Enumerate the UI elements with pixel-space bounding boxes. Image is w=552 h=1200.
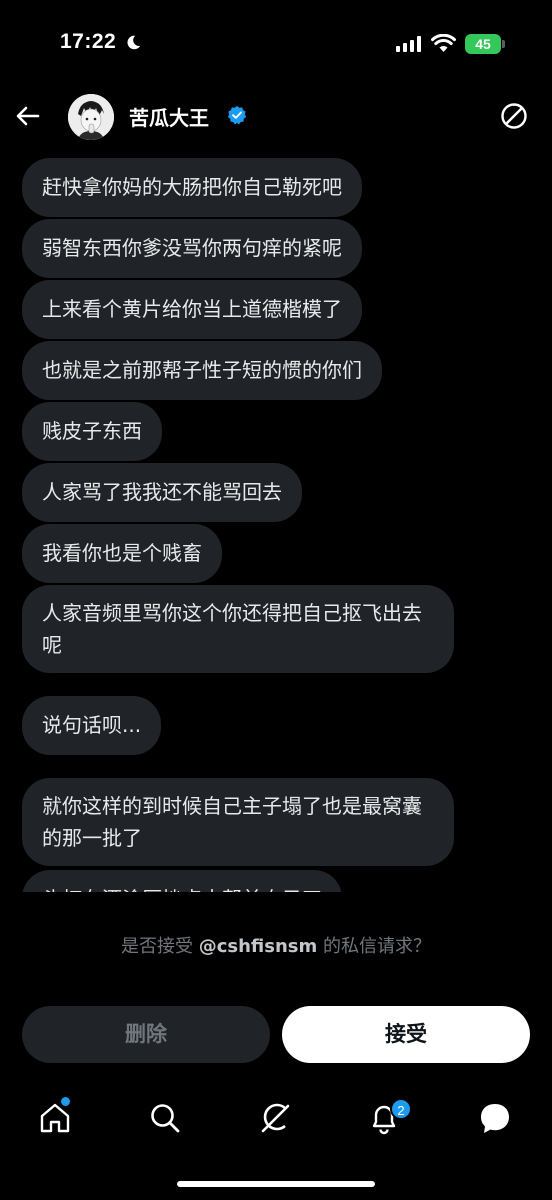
bottom-tab-bar — [0, 1090, 552, 1150]
message-bubble-partial: 头打在酒涂厨挫点十帮兼自己四 — [22, 870, 342, 892]
search-icon[interactable] — [147, 1100, 183, 1136]
message-bubble: 我看你也是个贱畜 — [22, 524, 222, 583]
signal-icon — [396, 36, 421, 52]
messages-icon[interactable] — [477, 1100, 513, 1136]
block-icon[interactable] — [498, 100, 530, 132]
avatar[interactable] — [68, 94, 114, 140]
battery-cap — [502, 40, 505, 48]
home-unread-dot — [61, 1097, 70, 1106]
message-bubble: 贱皮子东西 — [22, 402, 162, 461]
message-bubble: 上来看个黄片给你当上道德楷模了 — [22, 280, 362, 339]
request-handle: @cshfisnsm — [198, 936, 318, 957]
message-bubble: 说句话呗... — [22, 696, 162, 755]
contact-name[interactable]: 苦瓜大王 — [129, 102, 209, 131]
moon-icon — [127, 35, 141, 50]
message-bubble: 弱智东西你爹没骂你两句痒的紧呢 — [22, 219, 362, 278]
notifications-badge: 2 — [390, 1098, 412, 1120]
status-time: 17:22 — [60, 30, 117, 53]
verified-badge-icon — [227, 105, 247, 125]
back-arrow-icon[interactable] — [12, 100, 44, 132]
message-bubble: 人家骂了我我还不能骂回去 — [22, 463, 302, 522]
message-bubble: 赶快拿你妈的大肠把你自己勒死吧 — [22, 158, 362, 217]
message-bubble: 也就是之前那帮子性子短的惯的你们 — [22, 341, 382, 400]
request-suffix: 的私信请求？ — [317, 936, 431, 957]
accept-button[interactable]: 接受 — [282, 1006, 530, 1063]
battery-indicator: 45 — [465, 34, 505, 54]
avatar-image — [68, 94, 114, 140]
request-prefix: 是否接受 — [120, 936, 199, 957]
message-request-prompt: 是否接受 @cshfisnsm 的私信请求？ — [0, 932, 552, 958]
grok-icon[interactable] — [257, 1100, 293, 1136]
message-bubble: 就你这样的到时候自己主子塌了也是最窝囊的那一批了 — [22, 778, 454, 866]
message-bubble: 人家音频里骂你这个你还得把自己抠飞出去呢 — [22, 585, 454, 673]
home-indicator[interactable] — [177, 1181, 375, 1187]
battery-level: 45 — [475, 36, 491, 52]
status-bar: 17:22 45 — [0, 0, 552, 90]
wifi-icon — [431, 34, 456, 52]
message-list[interactable]: 赶快拿你妈的大肠把你自己勒死吧 弱智东西你爹没骂你两句痒的紧呢 上来看个黄片给你… — [0, 152, 552, 892]
conversation-header: 苦瓜大王 — [0, 88, 552, 146]
delete-button[interactable]: 删除 — [22, 1006, 270, 1063]
